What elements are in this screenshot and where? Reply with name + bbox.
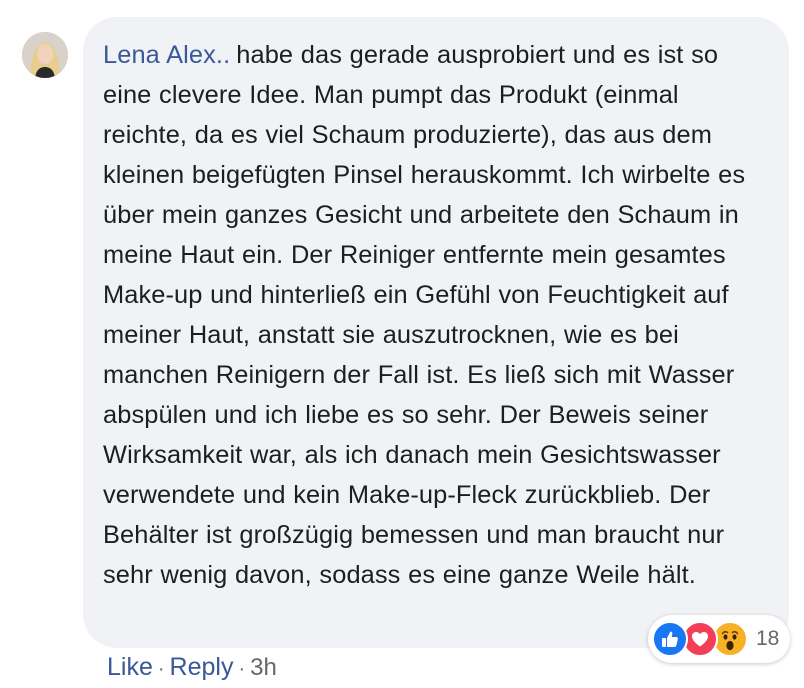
comment-timestamp[interactable]: 3h: [250, 652, 277, 684]
reply-button[interactable]: Reply: [170, 651, 234, 683]
avatar[interactable]: [22, 32, 68, 78]
like-icon: [652, 621, 688, 657]
comment-body: Lena Alex.. habe das gerade ausprobiert u…: [103, 35, 769, 635]
author-name-link[interactable]: Lena Alex..: [103, 41, 230, 69]
separator-dot: ·: [238, 658, 246, 680]
comment-text: habe das gerade ausprobiert und es ist s…: [103, 41, 746, 589]
reactions-summary[interactable]: 18: [648, 615, 790, 663]
comment-bubble: Lena Alex.. habe das gerade ausprobiert u…: [83, 17, 789, 648]
comment-actions: Like · Reply · 3h: [107, 651, 277, 685]
like-button[interactable]: Like: [107, 651, 153, 683]
reaction-count: 18: [756, 627, 780, 650]
separator-dot: ·: [157, 658, 165, 680]
